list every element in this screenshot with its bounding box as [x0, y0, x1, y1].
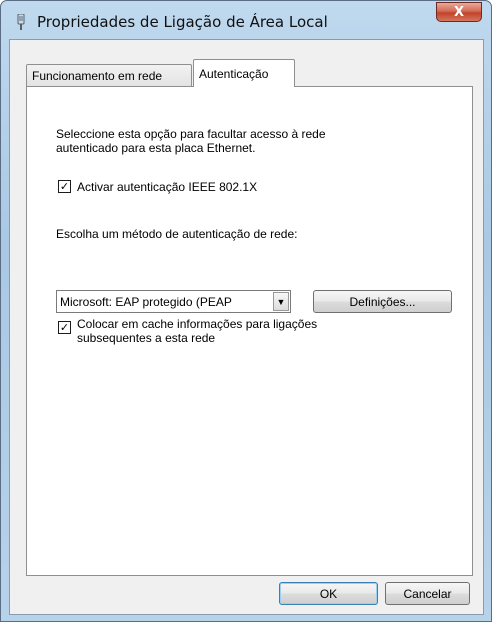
network-adapter-icon — [17, 14, 25, 30]
properties-dialog: Propriedades de Ligação de Área Local X … — [0, 0, 492, 622]
dialog-client-area: Funcionamento em rede Autenticação Selec… — [9, 39, 484, 615]
auth-method-label: Escolha um método de autenticação de red… — [56, 227, 298, 241]
cache-credentials-label-line: subsequentes a esta rede — [77, 331, 216, 345]
chevron-down-icon[interactable]: ▼ — [273, 292, 289, 311]
cancel-button[interactable]: Cancelar — [385, 582, 470, 605]
enable-8021x-label[interactable]: Activar autenticação IEEE 802.1X — [77, 180, 257, 194]
window-title: Propriedades de Ligação de Área Local — [37, 13, 328, 31]
tab-networking-label: Funcionamento em rede — [32, 68, 163, 83]
auth-method-select[interactable]: Microsoft: EAP protegido (PEAP ▼ — [56, 290, 291, 313]
check-icon: ✓ — [59, 180, 70, 193]
tab-authentication-label: Autenticação — [199, 66, 269, 81]
check-icon: ✓ — [59, 321, 70, 334]
auth-description: Seleccione esta opção para facultar aces… — [56, 127, 386, 155]
close-button[interactable]: X — [436, 2, 482, 22]
settings-button[interactable]: Definições... — [313, 290, 452, 313]
cache-credentials-label[interactable]: Colocar em cache informações para ligaçõ… — [77, 317, 317, 345]
cache-credentials-checkbox[interactable]: ✓ — [58, 321, 71, 334]
ok-button[interactable]: OK — [279, 582, 378, 605]
cache-credentials-label-line: Colocar em cache informações para ligaçõ… — [77, 317, 318, 331]
auth-description-line: Seleccione esta opção para facultar aces… — [56, 127, 326, 141]
enable-8021x-checkbox[interactable]: ✓ — [58, 180, 71, 193]
auth-method-value: Microsoft: EAP protegido (PEAP — [60, 294, 232, 309]
tab-networking[interactable]: Funcionamento em rede — [26, 64, 192, 86]
auth-description-line: autenticado para esta placa Ethernet. — [56, 141, 256, 155]
close-icon: X — [453, 4, 465, 20]
tab-authentication[interactable]: Autenticação — [193, 59, 295, 87]
title-bar[interactable]: Propriedades de Ligação de Área Local X — [1, 1, 491, 39]
